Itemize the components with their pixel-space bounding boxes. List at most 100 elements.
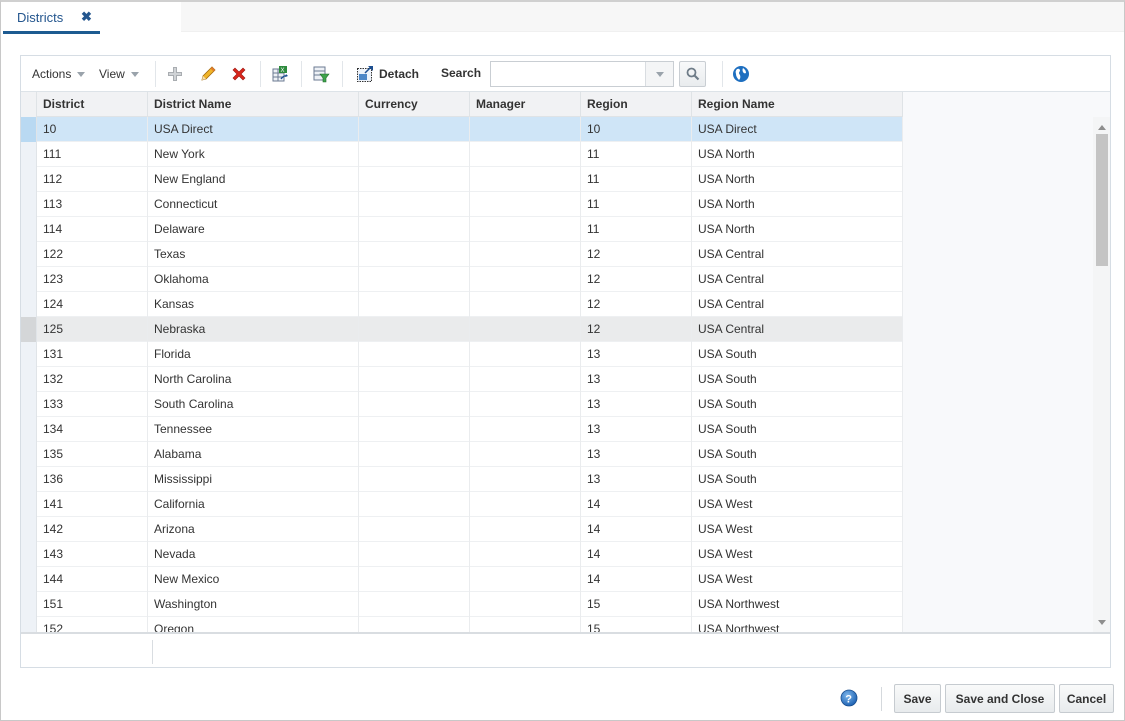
cell-district-name: Florida	[148, 342, 359, 367]
close-icon[interactable]: ✖	[81, 9, 92, 25]
row-selector[interactable]	[21, 242, 37, 267]
table-row[interactable]: 112 New England 11 USA North	[21, 167, 903, 192]
tab-placeholder	[106, 8, 168, 32]
table-row[interactable]: 134 Tennessee 13 USA South	[21, 417, 903, 442]
cell-region: 12	[581, 242, 692, 267]
row-selector[interactable]	[21, 592, 37, 617]
cell-district-name: Delaware	[148, 217, 359, 242]
row-selector[interactable]	[21, 542, 37, 567]
cell-region: 11	[581, 167, 692, 192]
cell-region: 13	[581, 342, 692, 367]
table-row[interactable]: 125 Nebraska 12 USA Central	[21, 317, 903, 342]
detach-button[interactable]: Detach	[356, 64, 419, 84]
actions-menu[interactable]: Actions	[32, 56, 86, 92]
row-selector[interactable]	[21, 342, 37, 367]
cell-region-name: USA Central	[692, 292, 903, 317]
cell-region: 15	[581, 617, 692, 632]
edit-button[interactable]	[198, 64, 218, 84]
cell-currency	[359, 467, 470, 492]
globe-icon	[733, 66, 749, 82]
query-by-example-button[interactable]	[311, 64, 331, 84]
tab-districts[interactable]: Districts ✖	[3, 4, 100, 34]
table-row[interactable]: 123 Oklahoma 12 USA Central	[21, 267, 903, 292]
column-header-currency[interactable]: Currency	[359, 92, 470, 117]
column-header-district[interactable]: District	[37, 92, 148, 117]
column-header-district-name[interactable]: District Name	[148, 92, 359, 117]
table-row[interactable]: 10 USA Direct 10 USA Direct	[21, 117, 903, 142]
row-selector[interactable]	[21, 567, 37, 592]
table-row[interactable]: 143 Nevada 14 USA West	[21, 542, 903, 567]
plus-icon	[168, 67, 182, 81]
table-row[interactable]: 151 Washington 15 USA Northwest	[21, 592, 903, 617]
row-selector[interactable]	[21, 167, 37, 192]
cell-manager	[470, 192, 581, 217]
cell-district-name: North Carolina	[148, 367, 359, 392]
row-selector[interactable]	[21, 267, 37, 292]
table-row[interactable]: 114 Delaware 11 USA North	[21, 217, 903, 242]
row-selector[interactable]	[21, 292, 37, 317]
table-row[interactable]: 142 Arizona 14 USA West	[21, 517, 903, 542]
help-button[interactable]: ?	[840, 689, 858, 707]
scrollbar-thumb[interactable]	[1096, 134, 1108, 266]
vertical-scrollbar[interactable]	[1093, 117, 1110, 632]
red-x-icon	[232, 67, 246, 81]
row-selector[interactable]	[21, 417, 37, 442]
save-button[interactable]: Save	[894, 684, 941, 713]
cell-region-name: USA South	[692, 467, 903, 492]
table-row[interactable]: 111 New York 11 USA North	[21, 142, 903, 167]
row-selector[interactable]	[21, 117, 37, 142]
table-row[interactable]: 131 Florida 13 USA South	[21, 342, 903, 367]
table-row[interactable]: 124 Kansas 12 USA Central	[21, 292, 903, 317]
districts-table-panel: Actions View X Detach Search District Di…	[20, 55, 1111, 668]
row-selector[interactable]	[21, 367, 37, 392]
table-row[interactable]: 133 South Carolina 13 USA South	[21, 392, 903, 417]
scroll-up-button[interactable]	[1093, 120, 1110, 134]
row-selector[interactable]	[21, 442, 37, 467]
cell-district: 151	[37, 592, 148, 617]
cell-currency	[359, 317, 470, 342]
cell-district: 114	[37, 217, 148, 242]
row-selector[interactable]	[21, 617, 37, 632]
cell-region-name: USA Direct	[692, 117, 903, 142]
scroll-down-button[interactable]	[1093, 615, 1110, 629]
search-dropdown-button[interactable]	[645, 62, 673, 86]
table-row[interactable]: 144 New Mexico 14 USA West	[21, 567, 903, 592]
row-selector[interactable]	[21, 492, 37, 517]
cell-currency	[359, 292, 470, 317]
table-row[interactable]: 152 Oregon 15 USA Northwest	[21, 617, 903, 632]
table-row[interactable]: 136 Mississippi 13 USA South	[21, 467, 903, 492]
row-selector[interactable]	[21, 192, 37, 217]
view-menu[interactable]: View	[99, 56, 139, 92]
locale-button[interactable]	[732, 65, 752, 85]
query-by-example-icon	[313, 66, 330, 83]
column-header-region-name[interactable]: Region Name	[692, 92, 903, 117]
table-row[interactable]: 141 California 14 USA West	[21, 492, 903, 517]
table-row[interactable]: 113 Connecticut 11 USA North	[21, 192, 903, 217]
cell-region: 12	[581, 292, 692, 317]
cell-region: 13	[581, 367, 692, 392]
export-to-excel-button[interactable]: X	[270, 64, 290, 84]
cancel-button[interactable]: Cancel	[1059, 684, 1114, 713]
cell-district-name: Nebraska	[148, 317, 359, 342]
search-button[interactable]	[679, 61, 706, 87]
row-selector[interactable]	[21, 517, 37, 542]
save-and-close-button[interactable]: Save and Close	[945, 684, 1055, 713]
table-row[interactable]: 132 North Carolina 13 USA South	[21, 367, 903, 392]
row-selector[interactable]	[21, 142, 37, 167]
cell-region: 13	[581, 392, 692, 417]
column-header-manager[interactable]: Manager	[470, 92, 581, 117]
table-toolbar: Actions View X Detach Search	[21, 56, 1110, 92]
cell-district: 132	[37, 367, 148, 392]
add-button[interactable]	[165, 64, 185, 84]
row-selector[interactable]	[21, 217, 37, 242]
row-selector[interactable]	[21, 467, 37, 492]
cell-district: 125	[37, 317, 148, 342]
search-input[interactable]	[491, 62, 645, 86]
row-selector[interactable]	[21, 317, 37, 342]
row-selector[interactable]	[21, 392, 37, 417]
cell-currency	[359, 367, 470, 392]
table-row[interactable]: 122 Texas 12 USA Central	[21, 242, 903, 267]
delete-button[interactable]	[229, 64, 249, 84]
column-header-region[interactable]: Region	[581, 92, 692, 117]
table-row[interactable]: 135 Alabama 13 USA South	[21, 442, 903, 467]
